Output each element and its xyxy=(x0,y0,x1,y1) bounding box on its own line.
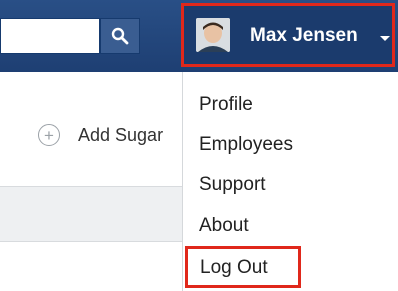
chevron-down-icon xyxy=(380,36,390,41)
menu-item-logout[interactable]: Log Out xyxy=(185,246,301,288)
search-button[interactable] xyxy=(100,18,140,54)
add-sugar-action[interactable]: + Add Sugar xyxy=(38,124,163,146)
logout-label: Log Out xyxy=(200,257,268,278)
user-name: Max Jensen xyxy=(250,25,358,46)
top-navbar: Max Jensen xyxy=(0,0,398,72)
plus-circle-icon: + xyxy=(38,124,60,146)
add-sugar-label: Add Sugar xyxy=(78,124,164,145)
search-icon xyxy=(111,27,129,45)
menu-item-about[interactable]: About xyxy=(199,215,249,237)
menu-item-support[interactable]: Support xyxy=(199,174,266,196)
menu-item-employees[interactable]: Employees xyxy=(199,134,293,156)
search-input[interactable] xyxy=(0,18,100,54)
avatar xyxy=(196,18,230,52)
user-menu-toggle[interactable]: Max Jensen xyxy=(181,3,395,67)
menu-item-profile[interactable]: Profile xyxy=(199,94,253,116)
section-divider xyxy=(0,186,182,242)
